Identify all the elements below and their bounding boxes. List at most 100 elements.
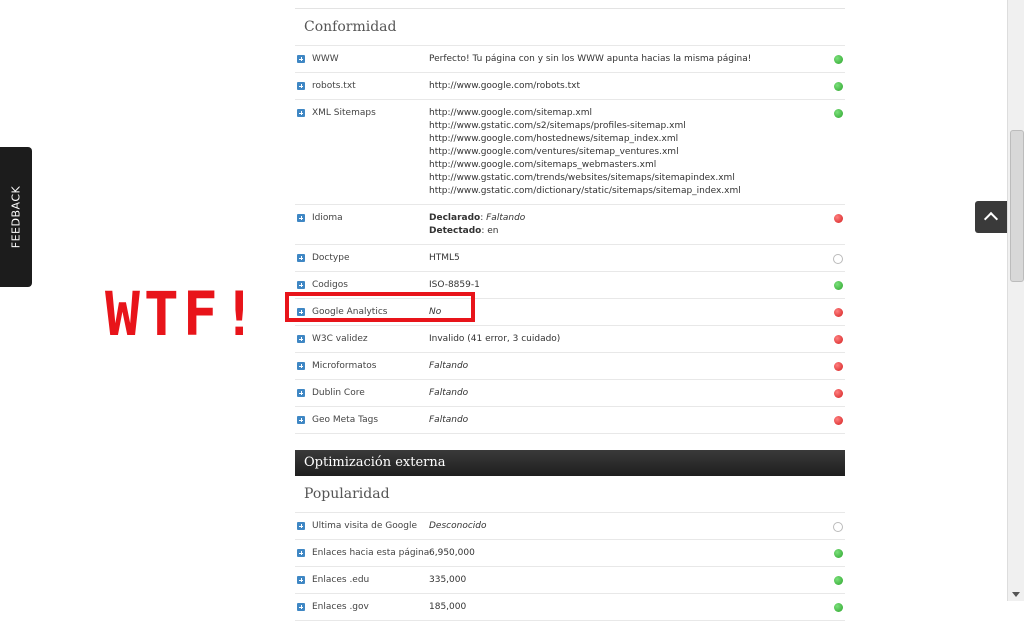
table-row: Ultima visita de Google Desconocido bbox=[295, 513, 845, 540]
row-value: HTML5 bbox=[429, 245, 845, 271]
row-label: Enlaces .gov bbox=[312, 602, 369, 612]
status-green-icon bbox=[834, 549, 843, 558]
top-divider bbox=[295, 0, 845, 9]
row-label: Doctype bbox=[312, 253, 350, 263]
row-value: ISO-8859-1 bbox=[429, 272, 845, 298]
table-row: robots.txt http://www.google.com/robots.t… bbox=[295, 73, 845, 100]
expand-plus-icon[interactable] bbox=[297, 335, 305, 343]
table-row: Doctype HTML5 bbox=[295, 245, 845, 272]
row-value-line: 185,000 bbox=[429, 602, 467, 612]
row-value: Faltando bbox=[429, 407, 845, 433]
declarado-value: Faltando bbox=[486, 213, 526, 223]
row-label: Dublin Core bbox=[312, 388, 365, 398]
row-value-line: http://www.google.com/sitemaps_webmaster… bbox=[429, 160, 657, 170]
feedback-label: FEEDBACK bbox=[9, 185, 23, 249]
section-title-conformidad: Conformidad bbox=[295, 9, 845, 46]
expand-plus-icon[interactable] bbox=[297, 522, 305, 530]
row-value-line: http://www.google.com/robots.txt bbox=[429, 81, 580, 91]
row-value: Faltando bbox=[429, 380, 845, 406]
row-value-line: ISO-8859-1 bbox=[429, 280, 480, 290]
row-value-line: Perfecto! Tu página con y sin los WWW ap… bbox=[429, 54, 752, 64]
row-label: Idioma bbox=[312, 213, 343, 223]
row-value-line: Declarado: Faltando bbox=[429, 213, 526, 223]
expand-plus-icon[interactable] bbox=[297, 362, 305, 370]
row-value-line: http://www.gstatic.com/dictionary/static… bbox=[429, 186, 741, 196]
row-value-line: Faltando bbox=[429, 388, 469, 398]
expand-plus-icon[interactable] bbox=[297, 109, 305, 117]
vertical-scrollbar[interactable] bbox=[1007, 0, 1024, 601]
row-label: Microformatos bbox=[312, 361, 377, 371]
expand-plus-icon[interactable] bbox=[297, 603, 305, 611]
status-red-icon bbox=[834, 308, 843, 317]
expand-plus-icon[interactable] bbox=[297, 82, 305, 90]
row-value-line: 6,950,000 bbox=[429, 548, 475, 558]
row-value: 335,000 bbox=[429, 567, 845, 593]
table-row: Microformatos Faltando bbox=[295, 353, 845, 380]
table-row: Dublin Core Faltando bbox=[295, 380, 845, 407]
row-value-line: No bbox=[429, 307, 442, 317]
row-value: 185,000 bbox=[429, 594, 845, 620]
row-label: XML Sitemaps bbox=[312, 108, 376, 118]
table-row: W3C validez Invalido (41 error, 3 cuidado… bbox=[295, 326, 845, 353]
expand-plus-icon[interactable] bbox=[297, 416, 305, 424]
status-green-icon bbox=[834, 82, 843, 91]
table-row: Enlaces hacia esta página 6,950,000 bbox=[295, 540, 845, 567]
table-row: Geo Meta Tags Faltando bbox=[295, 407, 845, 434]
expand-plus-icon[interactable] bbox=[297, 281, 305, 289]
row-value: Faltando bbox=[429, 353, 845, 379]
expand-plus-icon[interactable] bbox=[297, 214, 305, 222]
section-title-popularidad: Popularidad bbox=[295, 476, 845, 513]
declarado-label: Declarado bbox=[429, 213, 481, 223]
status-red-icon bbox=[834, 362, 843, 371]
row-label: robots.txt bbox=[312, 81, 356, 91]
row-value-line: http://www.google.com/hostednews/sitemap… bbox=[429, 134, 679, 144]
row-value-line: HTML5 bbox=[429, 253, 460, 263]
scroll-down-arrow-icon[interactable] bbox=[1012, 592, 1020, 597]
status-green-icon bbox=[834, 109, 843, 118]
status-red-icon bbox=[834, 214, 843, 223]
back-to-top-button[interactable] bbox=[975, 201, 1007, 233]
row-value-line: Invalido (41 error, 3 cuidado) bbox=[429, 334, 561, 344]
row-value: Declarado: Faltando Detectado: en bbox=[429, 205, 845, 244]
expand-plus-icon[interactable] bbox=[297, 254, 305, 262]
row-value-line: Desconocido bbox=[429, 521, 487, 531]
row-value-line: Faltando bbox=[429, 361, 469, 371]
popularidad-table: Ultima visita de Google Desconocido Enlace… bbox=[295, 513, 845, 621]
conformidad-table: WWW Perfecto! Tu página con y sin los WWW… bbox=[295, 46, 845, 434]
table-row: XML Sitemaps http://www.google.com/sitema… bbox=[295, 100, 845, 205]
row-value: http://www.google.com/sitemap.xml http://… bbox=[429, 100, 845, 204]
detectado-label: Detectado bbox=[429, 226, 482, 236]
status-green-icon bbox=[834, 281, 843, 290]
scrollbar-thumb[interactable] bbox=[1010, 130, 1024, 282]
row-label: Codigos bbox=[312, 280, 348, 290]
section-header-externa: Optimización externa bbox=[295, 450, 845, 476]
expand-plus-icon[interactable] bbox=[297, 389, 305, 397]
row-value-line: 335,000 bbox=[429, 575, 467, 585]
row-value-line: http://www.gstatic.com/s2/sitemaps/profi… bbox=[429, 121, 686, 131]
row-value-line: Faltando bbox=[429, 415, 469, 425]
status-green-icon bbox=[834, 55, 843, 64]
status-empty-icon bbox=[833, 254, 843, 264]
wtf-annotation: WTF! bbox=[105, 278, 261, 350]
row-value: 6,950,000 bbox=[429, 540, 845, 566]
row-value-line: http://www.gstatic.com/trends/websites/s… bbox=[429, 173, 735, 183]
detectado-value: en bbox=[487, 226, 499, 236]
status-empty-icon bbox=[833, 522, 843, 532]
row-label: Enlaces hacia esta página bbox=[312, 548, 430, 558]
status-green-icon bbox=[834, 576, 843, 585]
row-label: W3C validez bbox=[312, 334, 368, 344]
row-value: Desconocido bbox=[429, 513, 845, 539]
expand-plus-icon[interactable] bbox=[297, 549, 305, 557]
row-label: Geo Meta Tags bbox=[312, 415, 379, 425]
row-value: Perfecto! Tu página con y sin los WWW ap… bbox=[429, 46, 845, 72]
expand-plus-icon[interactable] bbox=[297, 55, 305, 63]
row-value-line: Detectado: en bbox=[429, 226, 499, 236]
row-label: Enlaces .edu bbox=[312, 575, 370, 585]
feedback-tab[interactable]: FEEDBACK bbox=[0, 147, 32, 287]
table-row: Enlaces .edu 335,000 bbox=[295, 567, 845, 594]
row-value: http://www.google.com/robots.txt bbox=[429, 73, 845, 99]
highlight-box-annotation bbox=[285, 292, 475, 322]
table-row: WWW Perfecto! Tu página con y sin los WWW… bbox=[295, 46, 845, 73]
row-value: Invalido (41 error, 3 cuidado) bbox=[429, 326, 845, 352]
expand-plus-icon[interactable] bbox=[297, 576, 305, 584]
